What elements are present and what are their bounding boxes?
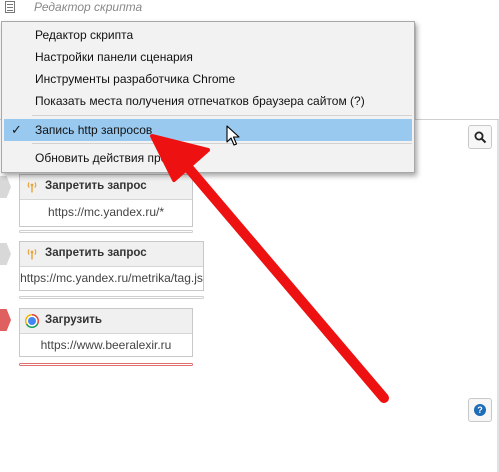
menu-item-label: Настройки панели сценария	[35, 50, 193, 64]
block-deny-request-1[interactable]: Запретить запрос https://mc.yandex.ru/*	[19, 174, 193, 227]
block-value: https://mc.yandex.ru/metrika/tag.js	[20, 271, 203, 285]
window-title: Редактор скрипта	[34, 0, 143, 14]
block-progress-bar	[19, 363, 193, 366]
context-menu: Редактор скрипта Настройки панели сценар…	[1, 21, 415, 173]
block-connector-active	[0, 309, 11, 331]
menu-item-label: Показать места получения отпечатков брау…	[35, 94, 365, 108]
menu-item-refresh-actions[interactable]: Обновить действия проекта	[2, 147, 414, 169]
wifi-icon	[27, 249, 37, 260]
menu-separator	[32, 143, 412, 144]
chrome-icon	[25, 314, 39, 328]
menu-item-label: Запись http запросов	[35, 123, 153, 137]
menu-item-label: Обновить действия проекта	[35, 151, 192, 165]
search-icon	[474, 131, 487, 144]
menu-item-label: Редактор скрипта	[35, 28, 134, 42]
help-icon: ?	[474, 404, 486, 416]
menu-item-script-editor[interactable]: Редактор скрипта	[2, 24, 414, 46]
search-button[interactable]	[468, 125, 492, 149]
block-title: Запретить запрос	[45, 247, 147, 259]
title-bar: Редактор скрипта	[0, 0, 499, 18]
check-icon: ✓	[11, 122, 22, 137]
help-button[interactable]: ?	[468, 398, 492, 422]
pane-divider	[415, 23, 416, 119]
block-header: Запретить запрос	[20, 175, 192, 200]
block-value: https://mc.yandex.ru/*	[47, 205, 165, 219]
block-load-page[interactable]: Загрузить https://www.beeralexir.ru	[19, 308, 193, 357]
block-header: Запретить запрос	[20, 242, 203, 267]
block-value: https://www.beeralexir.ru	[40, 338, 172, 352]
block-connector	[0, 243, 11, 265]
menu-item-label: Инструменты разработчика Chrome	[35, 72, 236, 86]
block-progress-bar	[19, 230, 193, 233]
block-connector	[0, 176, 11, 198]
menu-item-show-fingerprint-places[interactable]: Показать места получения отпечатков брау…	[2, 90, 414, 112]
wifi-icon	[27, 182, 37, 193]
menu-item-record-http[interactable]: ✓ Запись http запросов	[4, 119, 412, 141]
block-title: Запретить запрос	[45, 180, 147, 192]
mouse-cursor-icon	[226, 125, 240, 146]
block-progress-bar	[19, 296, 204, 299]
menu-item-chrome-devtools[interactable]: Инструменты разработчика Chrome	[2, 68, 414, 90]
block-deny-request-2[interactable]: Запретить запрос https://mc.yandex.ru/me…	[19, 241, 204, 291]
menu-separator	[32, 115, 412, 116]
document-icon	[5, 1, 15, 13]
block-title: Загрузить	[45, 314, 102, 326]
block-header: Загрузить	[20, 309, 192, 334]
menu-item-scenario-panel-settings[interactable]: Настройки панели сценария	[2, 46, 414, 68]
